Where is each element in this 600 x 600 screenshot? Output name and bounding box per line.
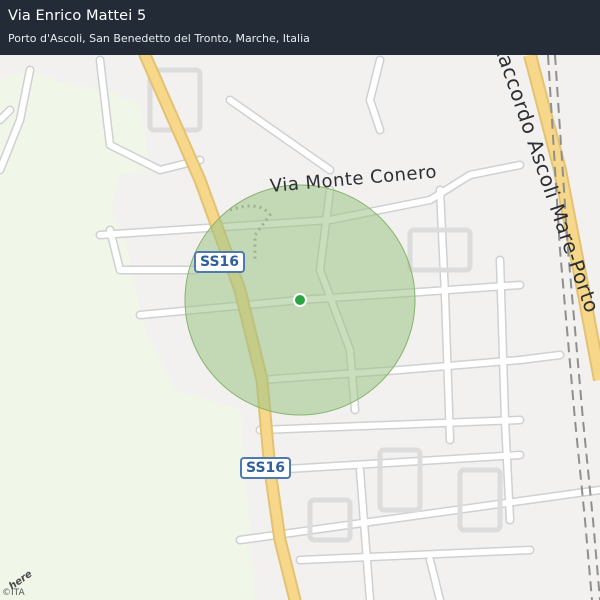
map-view[interactable]: Via Monte Conero Raccordo Ascoli Mare-Po… — [0, 0, 600, 600]
address-header: Via Enrico Mattei 5 Porto d'Ascoli, San … — [0, 0, 600, 55]
ss16-shield-lower: SS16 — [240, 457, 292, 479]
location-marker-dot — [295, 295, 305, 305]
ss16-shield-upper: SS16 — [194, 251, 246, 273]
address-title: Via Enrico Mattei 5 — [8, 8, 147, 24]
copyright-text: ©ITA — [2, 588, 25, 598]
address-subtitle: Porto d'Ascoli, San Benedetto del Tronto… — [8, 32, 310, 45]
